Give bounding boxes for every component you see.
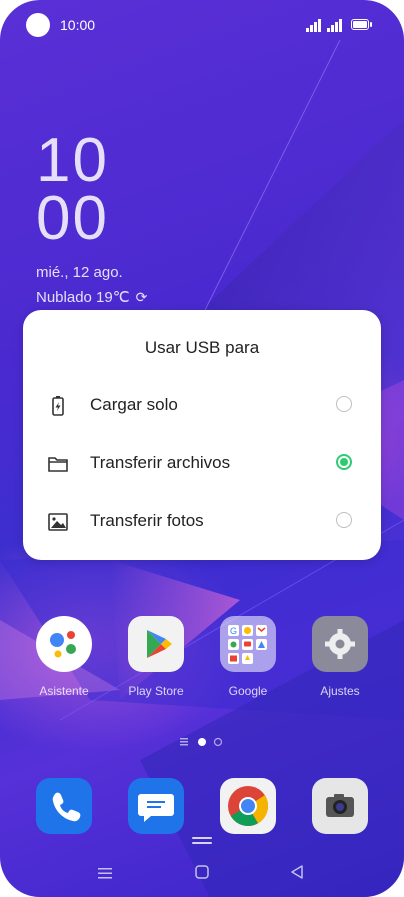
camera-cutout	[26, 13, 50, 37]
app-label: Asistente	[39, 684, 89, 698]
camera-icon[interactable]	[312, 778, 368, 834]
radio-selected[interactable]	[336, 454, 352, 470]
radio-unselected[interactable]	[336, 512, 352, 528]
app-label: Ajustes	[320, 684, 360, 698]
app-assistant[interactable]: Asistente	[24, 616, 104, 698]
menu-lines-icon	[180, 738, 188, 746]
radio-unselected[interactable]	[336, 396, 352, 412]
app-settings[interactable]: Ajustes	[300, 616, 380, 698]
battery-icon	[351, 19, 372, 30]
clock-minutes: 00	[36, 184, 109, 253]
weather-label: Nublado 19℃	[36, 289, 130, 306]
google-folder-icon: G	[220, 616, 276, 672]
svg-text:G: G	[230, 626, 237, 636]
mobile-signal-icon	[306, 19, 321, 32]
weather-widget[interactable]: Nublado 19℃ ⟳	[36, 288, 147, 306]
phone-icon[interactable]	[36, 778, 92, 834]
usb-mode-dialog: Usar USB para Cargar solo Transferir arc…	[23, 310, 381, 560]
app-play-store[interactable]: Play Store	[116, 616, 196, 698]
app-label: Play Store	[128, 684, 184, 698]
settings-gear-icon	[312, 616, 368, 672]
option-label: Transferir fotos	[90, 511, 204, 530]
clock-hours: 10	[36, 126, 109, 195]
option-label: Cargar solo	[90, 395, 178, 414]
play-store-icon	[128, 616, 184, 672]
app-google-folder[interactable]: G Google	[208, 616, 288, 698]
assistant-icon	[36, 616, 92, 672]
option-transfer-photos[interactable]: Transferir fotos	[23, 492, 381, 550]
chrome-icon[interactable]	[220, 778, 276, 834]
page-dot-active	[198, 738, 206, 746]
dialog-title: Usar USB para	[144, 338, 260, 357]
messages-icon[interactable]	[128, 778, 184, 834]
page-dot	[213, 737, 223, 747]
option-charge-only[interactable]: Cargar solo	[23, 376, 381, 434]
clock-widget: 10 00	[36, 126, 109, 253]
image-icon	[48, 513, 68, 531]
mobile-signal-2-icon	[327, 19, 342, 32]
back-icon[interactable]	[290, 865, 304, 879]
battery-charging-icon	[52, 396, 64, 416]
page-indicator[interactable]	[180, 736, 230, 748]
status-bar: 10:00	[0, 0, 404, 50]
option-transfer-files[interactable]: Transferir archivos	[23, 434, 381, 492]
status-time: 10:00	[60, 17, 96, 33]
refresh-icon[interactable]: ⟳	[136, 289, 148, 306]
option-label: Transferir archivos	[90, 453, 231, 472]
recent-apps-icon[interactable]	[98, 866, 112, 880]
folder-icon	[48, 457, 68, 472]
navigation-bar	[0, 858, 404, 888]
swipe-up-handle[interactable]	[192, 836, 212, 846]
home-icon[interactable]	[195, 865, 209, 879]
date-label: mié., 12 ago.	[36, 264, 123, 281]
phone-screen: 10:00 10 00 mié., 12 ago. Nublado 19℃ ⟳ U…	[0, 0, 404, 897]
app-label: Google	[228, 684, 268, 698]
